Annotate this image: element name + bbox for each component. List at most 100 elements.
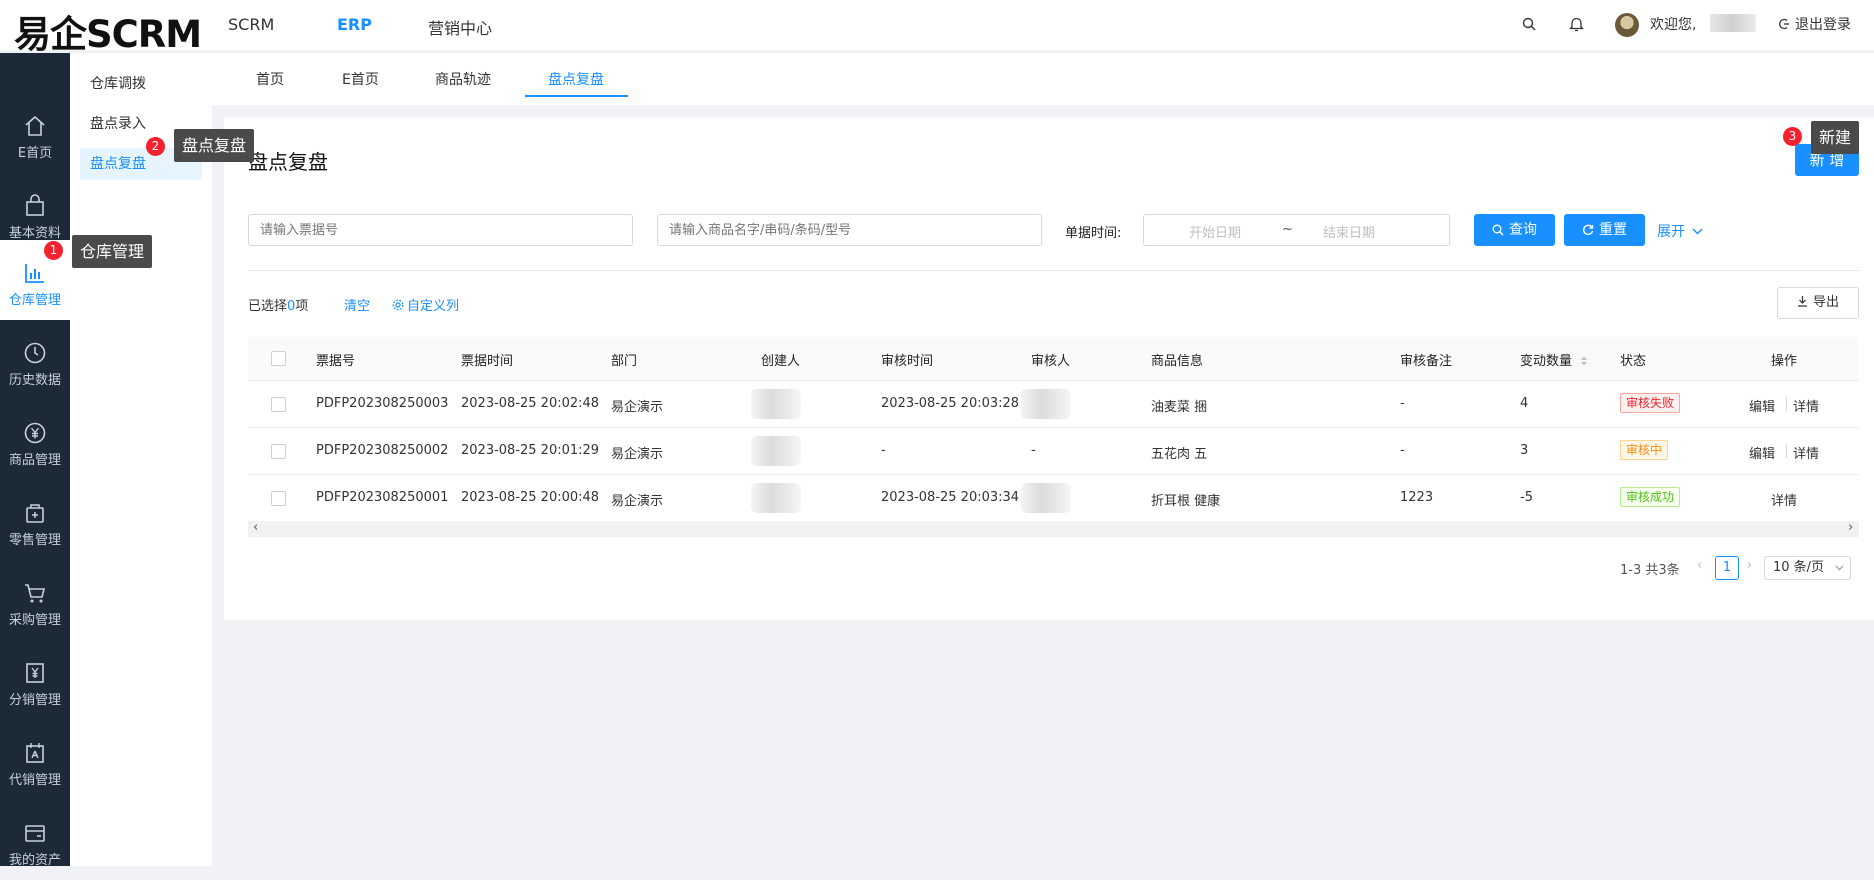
col-status: 状态 — [1620, 354, 1647, 369]
product-search-input[interactable] — [657, 214, 1042, 246]
auditor-redacted — [1021, 389, 1071, 419]
sidebar-item-products[interactable]: 商品管理 — [0, 400, 70, 480]
range-separator: ~ — [1282, 222, 1293, 237]
cell-audit-remark: - — [1400, 396, 1405, 411]
creator-redacted — [751, 436, 801, 466]
refresh-icon — [1582, 224, 1594, 236]
cell-audit-time: - — [881, 443, 886, 458]
creator-redacted — [751, 483, 801, 513]
col-creator: 创建人 — [761, 354, 801, 369]
scroll-left-icon[interactable]: ‹ — [253, 520, 258, 535]
cell-product-info: 油麦菜 捆 — [1151, 400, 1208, 415]
avatar[interactable] — [1615, 13, 1639, 37]
tour-step-3-tooltip: 新建 — [1811, 121, 1860, 154]
action-separator — [1786, 444, 1787, 458]
tour-step-1-badge: 1 — [44, 241, 63, 260]
ticket-number-input[interactable] — [248, 214, 633, 246]
sidebar-item-consignment[interactable]: 代销管理 — [0, 720, 70, 800]
cell-ticket-no: PDFP202308250002 — [316, 443, 449, 458]
sidebar-item-history[interactable]: 历史数据 — [0, 320, 70, 400]
detail-link[interactable]: 详情 — [1793, 443, 1819, 462]
table-header: 票据号 票据时间 部门 创建人 审核时间 审核人 商品信息 审核备注 变动数量 … — [248, 337, 1859, 381]
col-product-info: 商品信息 — [1151, 354, 1204, 369]
tour-step-2-tooltip: 盘点复盘 — [174, 129, 255, 162]
page-tabs: 首页 E首页 商品轨迹 盘点复盘 — [212, 53, 1874, 105]
edit-link[interactable]: 编辑 — [1749, 396, 1775, 415]
status-badge: 审核成功 — [1620, 487, 1681, 507]
cell-change-qty: 4 — [1520, 396, 1529, 411]
sort-icon[interactable] — [1580, 355, 1588, 367]
logout-link[interactable]: 退出登录 — [1795, 14, 1851, 34]
tab-e-home[interactable]: E首页 — [342, 69, 379, 89]
page-size-select[interactable]: 10 条/页 — [1764, 556, 1851, 580]
horizontal-scrollbar[interactable]: ‹ › — [248, 520, 1859, 537]
chevron-down-icon — [1835, 565, 1844, 571]
scroll-right-icon[interactable]: › — [1848, 520, 1853, 535]
tour-step-3-badge: 3 — [1783, 127, 1802, 146]
yen-doc-icon — [22, 660, 48, 686]
selection-info: 已选择0项 — [248, 299, 309, 314]
sidebar-item-distribution[interactable]: 分销管理 — [0, 640, 70, 720]
topnav-scrm[interactable]: SCRM — [228, 15, 274, 34]
sidebar-item-assets[interactable]: 我的资产 — [0, 800, 70, 880]
tab-home[interactable]: 首页 — [256, 69, 284, 89]
app-logo: 易企SCRM — [14, 13, 202, 56]
yen-circle-icon — [22, 420, 48, 446]
topnav-erp[interactable]: ERP — [337, 15, 372, 34]
detail-link[interactable]: 详情 — [1771, 490, 1797, 509]
clear-selection-link[interactable]: 清空 — [344, 295, 370, 314]
clock-icon — [22, 340, 48, 366]
reset-button[interactable]: 重置 — [1564, 214, 1645, 246]
row-checkbox[interactable] — [271, 491, 286, 506]
col-auditor: 审核人 — [1031, 354, 1071, 369]
search-icon — [1492, 224, 1504, 236]
sidebar-item-purchase[interactable]: 采购管理 — [0, 560, 70, 640]
end-date-placeholder[interactable]: 结束日期 — [1323, 222, 1375, 241]
submenu-item-transfer[interactable]: 仓库调拨 — [80, 68, 202, 100]
table-row: PDFP202308250003 2023-08-25 20:02:48 易企演… — [248, 381, 1859, 428]
date-filter-label: 单据时间: — [1065, 226, 1122, 241]
creator-redacted — [751, 389, 801, 419]
tab-product-trace[interactable]: 商品轨迹 — [435, 69, 491, 89]
table-row: PDFP202308250002 2023-08-25 20:01:29 易企演… — [248, 428, 1859, 475]
sidebar-item-retail[interactable]: 零售管理 — [0, 480, 70, 560]
row-checkbox[interactable] — [271, 444, 286, 459]
row-checkbox[interactable] — [271, 397, 286, 412]
export-button[interactable]: 导出 — [1777, 287, 1859, 319]
wallet-icon — [22, 820, 48, 846]
chevron-down-icon — [1692, 228, 1703, 235]
custom-columns-link[interactable]: 自定义列 — [392, 295, 459, 314]
home-icon — [22, 113, 48, 139]
gear-icon — [392, 299, 404, 311]
col-change-qty[interactable]: 变动数量 — [1520, 350, 1588, 369]
detail-link[interactable]: 详情 — [1793, 396, 1819, 415]
col-department: 部门 — [611, 354, 638, 369]
next-page-icon[interactable]: › — [1747, 558, 1752, 573]
cell-product-info: 折耳根 健康 — [1151, 494, 1221, 509]
col-audit-remark: 审核备注 — [1400, 354, 1453, 369]
tour-step-2-badge: 2 — [146, 137, 165, 156]
col-ticket-time: 票据时间 — [461, 354, 514, 369]
tab-stocktake-review[interactable]: 盘点复盘 — [548, 69, 604, 89]
query-button[interactable]: 查询 — [1474, 214, 1555, 246]
top-bar: 易企SCRM SCRM ERP 营销中心 欢迎您, 退出登录 — [0, 0, 1874, 56]
cell-ticket-no: PDFP202308250001 — [316, 490, 449, 505]
cell-department: 易企演示 — [611, 494, 664, 509]
date-range-picker[interactable]: 开始日期 ~ 结束日期 — [1143, 214, 1450, 246]
page-1-button[interactable]: 1 — [1715, 556, 1739, 580]
bell-icon[interactable] — [1569, 16, 1584, 32]
sidebar-item-e-home[interactable]: E首页 — [0, 93, 70, 173]
prev-page-icon[interactable]: ‹ — [1697, 558, 1702, 573]
expand-filters-link[interactable]: 展开 — [1657, 221, 1703, 241]
start-date-placeholder[interactable]: 开始日期 — [1189, 222, 1241, 241]
cell-audit-remark: 1223 — [1400, 490, 1434, 505]
edit-link[interactable]: 编辑 — [1749, 443, 1775, 462]
topnav-marketing[interactable]: 营销中心 — [428, 15, 492, 39]
cart-icon — [22, 580, 48, 606]
username — [1710, 14, 1756, 32]
select-all-checkbox[interactable] — [271, 351, 286, 366]
cell-audit-time: 2023-08-25 20:03:34 — [881, 490, 1020, 505]
agent-icon — [22, 740, 48, 766]
search-icon[interactable] — [1522, 17, 1536, 31]
logout-icon[interactable] — [1778, 18, 1790, 30]
